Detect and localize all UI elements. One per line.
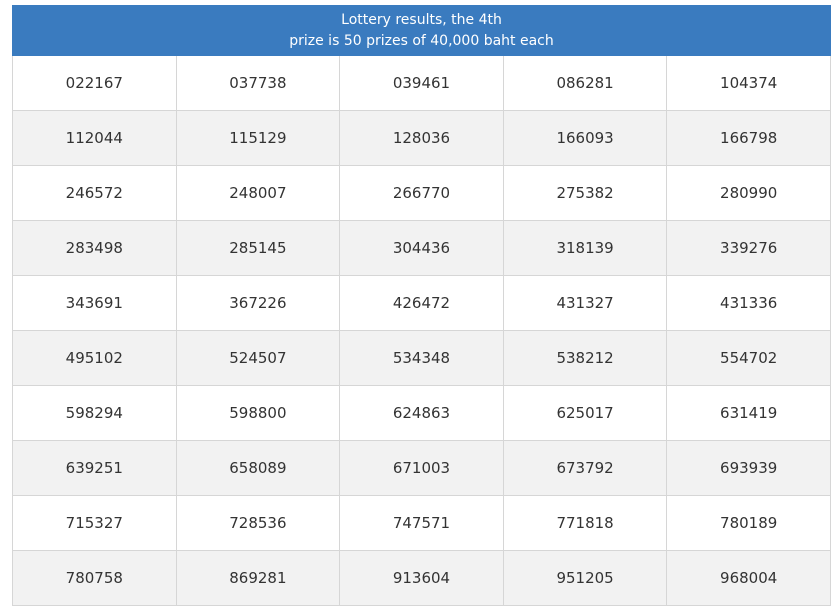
winning-number: 951205 <box>502 550 668 606</box>
winning-number: 104374 <box>666 55 831 111</box>
winning-number: 554702 <box>666 330 831 386</box>
table-header-row: Lottery results, the 4th prize is 50 pri… <box>12 5 831 56</box>
winning-number: 166093 <box>502 110 668 166</box>
winning-number: 780758 <box>12 550 177 606</box>
table-title-line-2: prize is 50 prizes of 40,000 baht each <box>289 32 554 49</box>
winning-number: 304436 <box>339 220 504 276</box>
winning-number: 431327 <box>502 275 668 331</box>
winning-number: 869281 <box>175 550 341 606</box>
winning-number: 625017 <box>502 385 668 441</box>
winning-number: 631419 <box>666 385 831 441</box>
winning-number: 671003 <box>339 440 504 496</box>
winning-number: 780189 <box>666 495 831 551</box>
winning-number: 086281 <box>502 55 668 111</box>
winning-number: 658089 <box>175 440 341 496</box>
winning-number: 037738 <box>175 55 341 111</box>
winning-number: 283498 <box>12 220 177 276</box>
table-row: 495102 524507 534348 538212 554702 <box>12 330 831 386</box>
winning-number: 538212 <box>502 330 668 386</box>
winning-number: 275382 <box>502 165 668 221</box>
winning-number: 022167 <box>12 55 177 111</box>
results-body: 022167 037738 039461 086281 104374 11204… <box>12 55 831 606</box>
table-title-line-1: Lottery results, the 4th <box>341 11 502 28</box>
winning-number: 495102 <box>12 330 177 386</box>
table-row: 598294 598800 624863 625017 631419 <box>12 385 831 441</box>
table-row: 246572 248007 266770 275382 280990 <box>12 165 831 221</box>
winning-number: 248007 <box>175 165 341 221</box>
table-row: 639251 658089 671003 673792 693939 <box>12 440 831 496</box>
winning-number: 728536 <box>175 495 341 551</box>
winning-number: 524507 <box>175 330 341 386</box>
winning-number: 431336 <box>666 275 831 331</box>
table-row: 112044 115129 128036 166093 166798 <box>12 110 831 166</box>
winning-number: 968004 <box>666 550 831 606</box>
winning-number: 598294 <box>12 385 177 441</box>
winning-number: 339276 <box>666 220 831 276</box>
winning-number: 715327 <box>12 495 177 551</box>
winning-number: 426472 <box>339 275 504 331</box>
winning-number: 598800 <box>175 385 341 441</box>
winning-number: 266770 <box>339 165 504 221</box>
winning-number: 639251 <box>12 440 177 496</box>
winning-number: 343691 <box>12 275 177 331</box>
winning-number: 280990 <box>666 165 831 221</box>
table-row: 283498 285145 304436 318139 339276 <box>12 220 831 276</box>
winning-number: 367226 <box>175 275 341 331</box>
table-row: 022167 037738 039461 086281 104374 <box>12 55 831 111</box>
table-title: Lottery results, the 4th prize is 50 pri… <box>12 5 831 56</box>
winning-number: 285145 <box>175 220 341 276</box>
winning-number: 624863 <box>339 385 504 441</box>
winning-number: 115129 <box>175 110 341 166</box>
winning-number: 166798 <box>666 110 831 166</box>
winning-number: 693939 <box>666 440 831 496</box>
winning-number: 039461 <box>339 55 504 111</box>
winning-number: 112044 <box>12 110 177 166</box>
winning-number: 747571 <box>339 495 504 551</box>
lottery-results-table: Lottery results, the 4th prize is 50 pri… <box>12 5 831 606</box>
winning-number: 534348 <box>339 330 504 386</box>
table-row: 715327 728536 747571 771818 780189 <box>12 495 831 551</box>
winning-number: 246572 <box>12 165 177 221</box>
table-row: 343691 367226 426472 431327 431336 <box>12 275 831 331</box>
winning-number: 673792 <box>502 440 668 496</box>
winning-number: 771818 <box>502 495 668 551</box>
winning-number: 318139 <box>502 220 668 276</box>
table-row: 780758 869281 913604 951205 968004 <box>12 550 831 606</box>
winning-number: 128036 <box>339 110 504 166</box>
winning-number: 913604 <box>339 550 504 606</box>
